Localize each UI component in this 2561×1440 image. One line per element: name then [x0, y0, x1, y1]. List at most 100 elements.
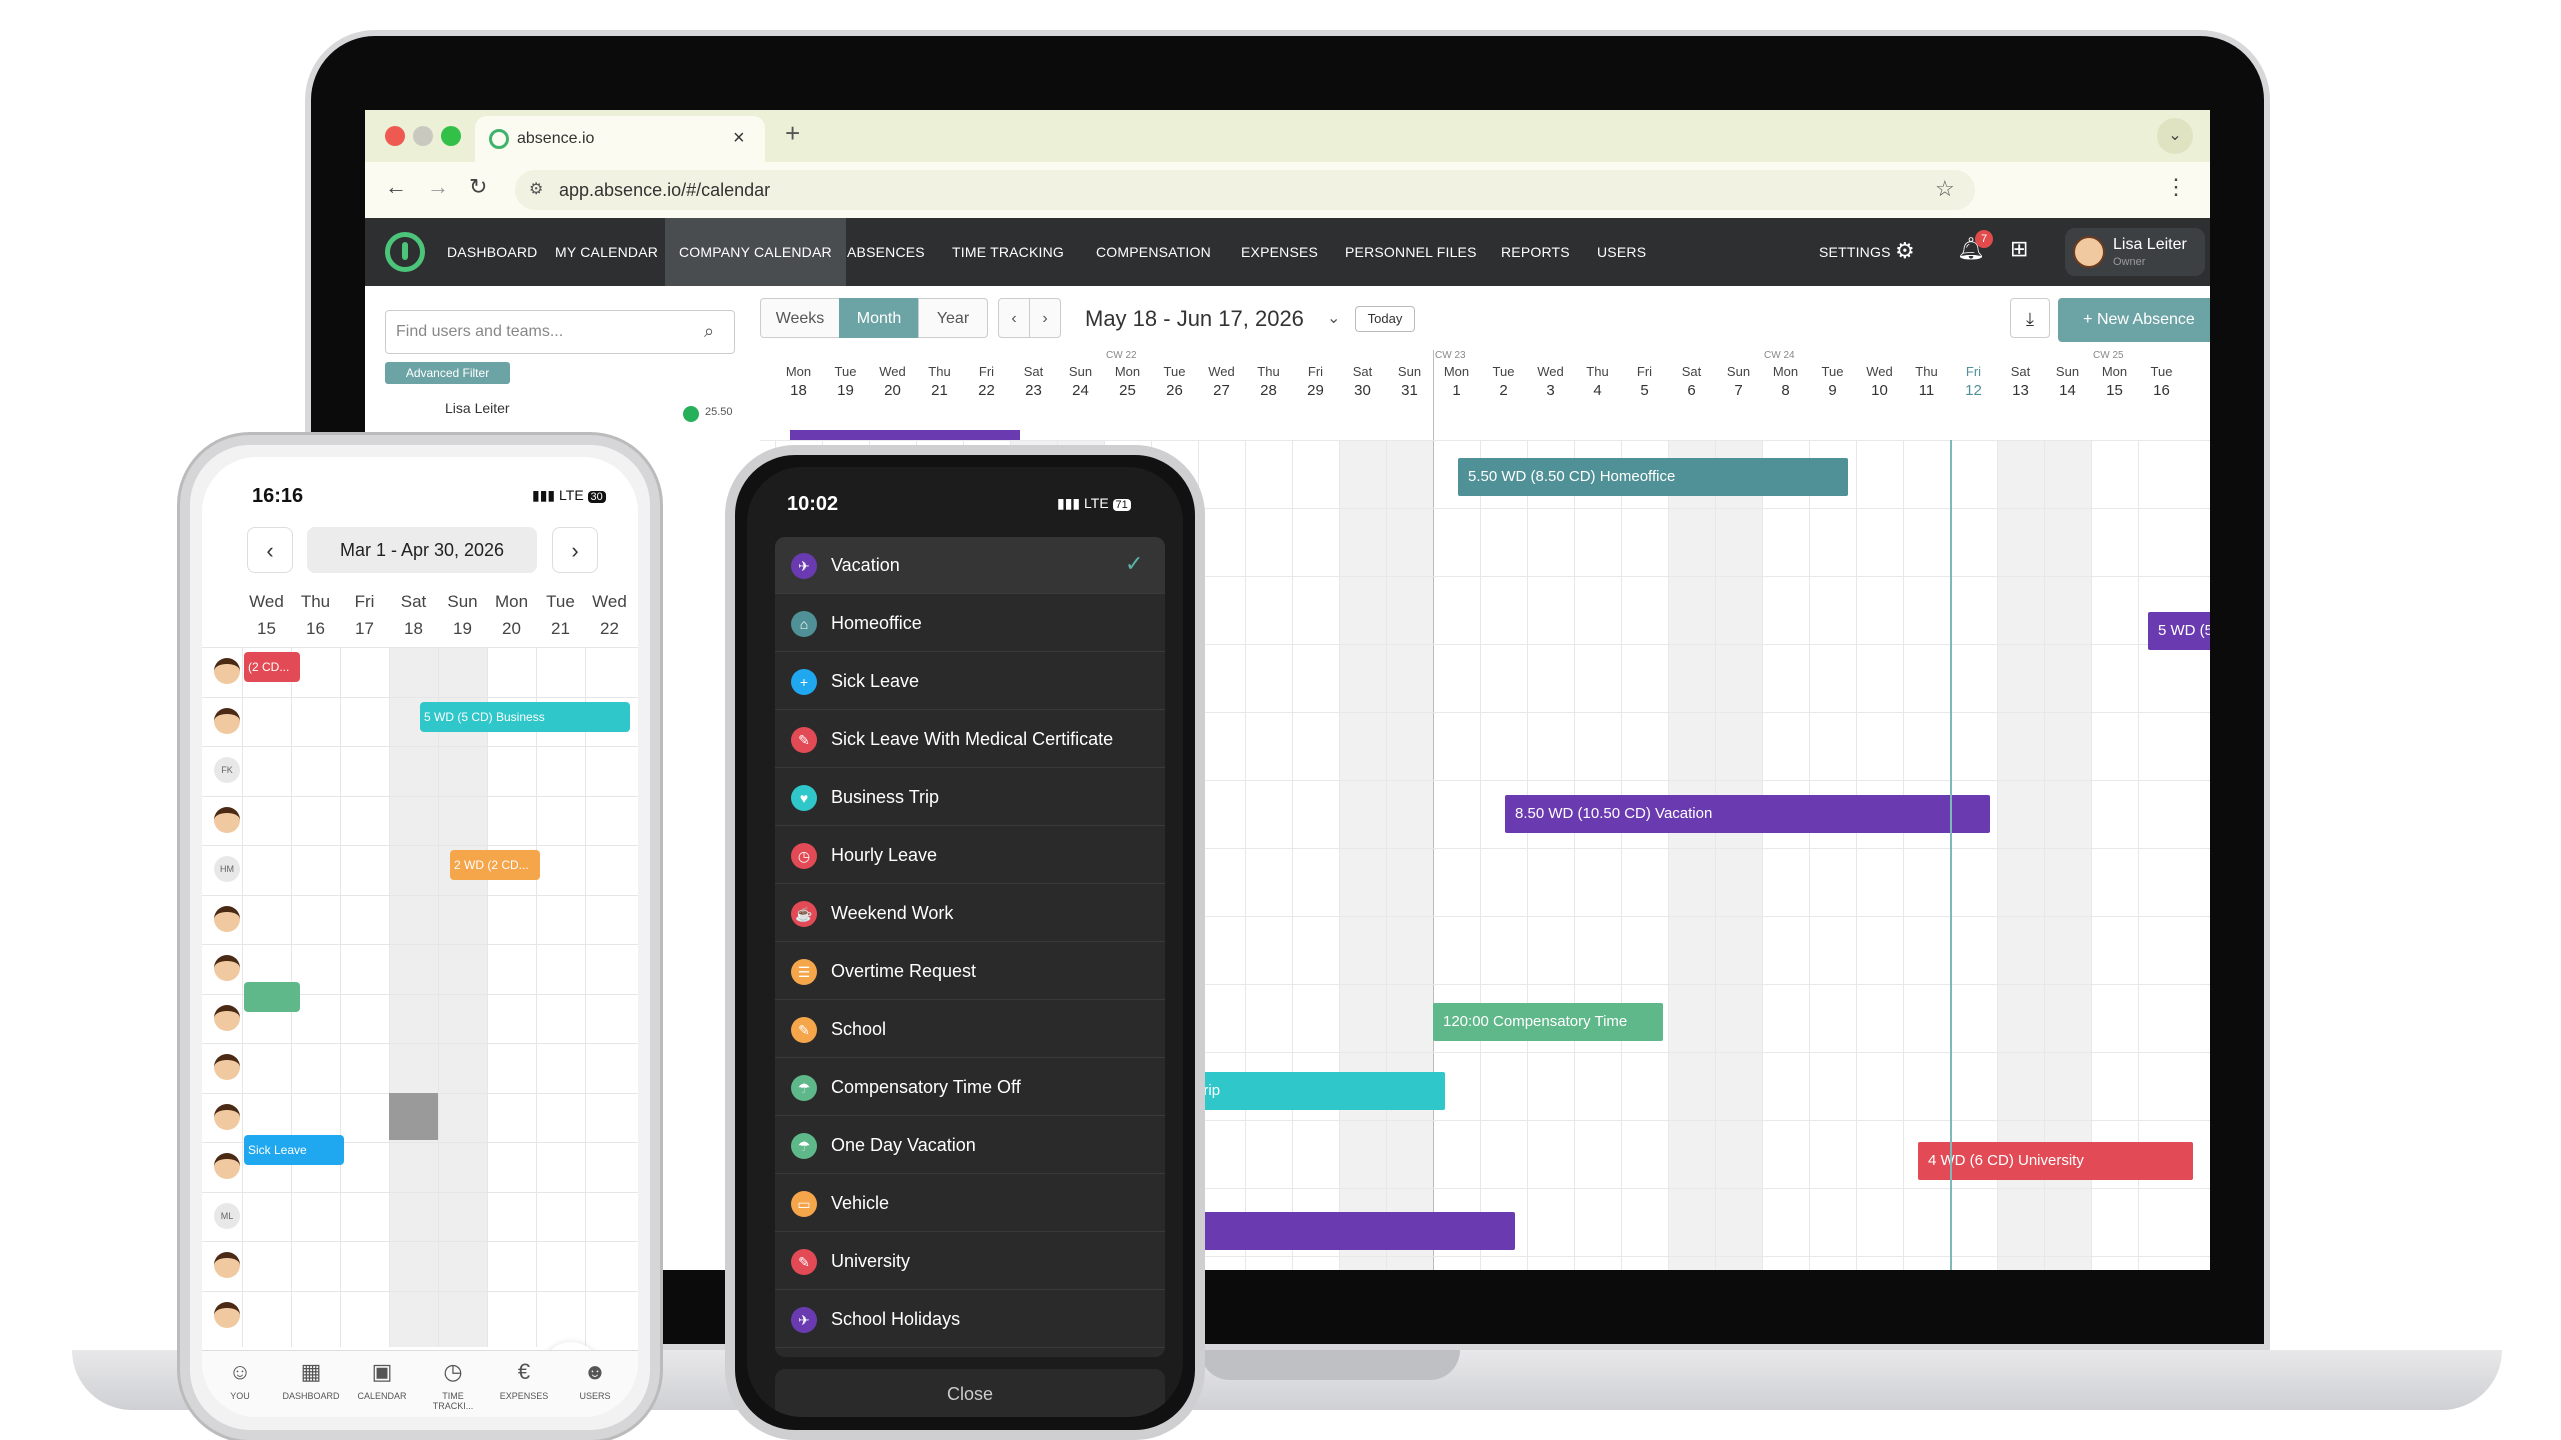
day-header-number[interactable]: 20	[869, 382, 916, 399]
gear-icon[interactable]: ⚙	[1895, 238, 1915, 264]
browser-tab[interactable]: absence.io ×	[475, 116, 765, 162]
day-header-number[interactable]: 8	[1762, 382, 1809, 399]
day-header-number[interactable]: 15	[2091, 382, 2138, 399]
day-header-number[interactable]: 30	[1339, 382, 1386, 399]
absence-type-item[interactable]: ✈ School Holidays	[775, 1291, 1165, 1348]
absence-bar[interactable]: 2 WD (2 CD...	[450, 850, 540, 880]
next-range-button[interactable]: ›	[1029, 298, 1061, 338]
absence-type-item[interactable]: ☂ One Day Vacation	[775, 1117, 1165, 1174]
day-header-number[interactable]: 21	[536, 619, 585, 639]
absence-bar[interactable]: 5 WD (5 CD) Business	[420, 702, 630, 732]
nav-compensation[interactable]: COMPENSATION	[1082, 218, 1225, 286]
absence-type-item[interactable]: ✎ Sick Leave With Medical Certificate	[775, 711, 1165, 768]
day-header-number[interactable]: 1	[1433, 382, 1480, 399]
avatar[interactable]	[214, 955, 240, 981]
day-header-number[interactable]: 2	[1480, 382, 1527, 399]
absence-type-item[interactable]: ♥ Business Trip	[775, 769, 1165, 826]
back-icon[interactable]: ←	[385, 174, 407, 200]
day-header-number[interactable]: 28	[1245, 382, 1292, 399]
avatar[interactable]	[214, 1054, 240, 1080]
absence-bar[interactable]: 8.50 WD (10.50 CD) Vacation	[1505, 795, 1990, 833]
address-bar[interactable]: ⚙ app.absence.io/#/calendar ☆	[515, 170, 1975, 210]
nav-settings[interactable]: SETTINGS	[1805, 218, 1905, 286]
day-header-number[interactable]: 16	[291, 619, 340, 639]
nav-dashboard[interactable]: DASHBOARD	[433, 218, 551, 286]
absence-type-item[interactable]: ✈ Vacation ✓	[775, 537, 1165, 594]
absence-type-item[interactable]: ▭ Vehicle	[775, 1175, 1165, 1232]
day-header-number[interactable]: 14	[2044, 382, 2091, 399]
day-header-number[interactable]: 20	[487, 619, 536, 639]
day-header-number[interactable]: 23	[1010, 382, 1057, 399]
day-header-number[interactable]: 22	[585, 619, 634, 639]
tab-close-icon[interactable]: ×	[733, 127, 745, 150]
day-header-number[interactable]: 25	[1104, 382, 1151, 399]
download-icon[interactable]: ⤓	[2010, 298, 2050, 338]
day-header-number[interactable]: 4	[1574, 382, 1621, 399]
tab-dashboard[interactable]: ▦ DASHBOARD	[281, 1359, 341, 1401]
day-header-number[interactable]: 6	[1668, 382, 1715, 399]
avatar[interactable]	[214, 658, 240, 684]
day-header-number[interactable]: 18	[775, 382, 822, 399]
day-header-number[interactable]: 21	[916, 382, 963, 399]
avatar[interactable]	[214, 1301, 240, 1328]
nav-personnel-files[interactable]: PERSONNEL FILES	[1331, 218, 1491, 286]
nav-my-calendar[interactable]: MY CALENDAR	[541, 218, 672, 286]
tab-menu-icon[interactable]: ⌄	[2157, 118, 2193, 154]
absence-type-item[interactable]: ◷ Hourly Leave	[775, 827, 1165, 884]
absence-type-item[interactable]: ✎ University	[775, 1233, 1165, 1290]
day-header-number[interactable]: 7	[1715, 382, 1762, 399]
tab-you[interactable]: ☺ YOU	[210, 1359, 270, 1401]
search-icon[interactable]: ⌕	[704, 321, 714, 342]
nav-reports[interactable]: REPORTS	[1487, 218, 1584, 286]
day-header-number[interactable]: 17	[340, 619, 389, 639]
avatar[interactable]	[214, 905, 240, 932]
day-header-number[interactable]: 11	[1903, 382, 1950, 399]
day-header-number[interactable]: 31	[1386, 382, 1433, 399]
search-input[interactable]: Find users and teams... ⌕	[385, 310, 735, 354]
day-header-number[interactable]: 12	[1950, 382, 1997, 399]
tab-time-tracking[interactable]: ◷ TIME TRACKI...	[423, 1359, 483, 1411]
day-header-number[interactable]: 10	[1856, 382, 1903, 399]
day-header-number[interactable]: 29	[1292, 382, 1339, 399]
day-header-number[interactable]: 22	[963, 382, 1010, 399]
day-header-number[interactable]: 19	[438, 619, 487, 639]
user-menu[interactable]: Lisa Leiter Owner	[2065, 228, 2205, 276]
tab-expenses[interactable]: € EXPENSES	[494, 1359, 554, 1401]
chevron-down-icon[interactable]: ⌄	[1327, 308, 1340, 328]
browser-menu-icon[interactable]: ⋮	[2165, 174, 2187, 200]
advanced-filter-button[interactable]: Advanced Filter	[385, 362, 510, 384]
avatar[interactable]	[214, 806, 240, 833]
absence-type-item[interactable]: ✎ School	[775, 1001, 1165, 1058]
day-header-number[interactable]: 9	[1809, 382, 1856, 399]
nav-time-tracking[interactable]: TIME TRACKING	[938, 218, 1078, 286]
avatar[interactable]: FK	[214, 757, 240, 783]
day-header-number[interactable]: 24	[1057, 382, 1104, 399]
day-header-number[interactable]: 15	[242, 619, 291, 639]
bookmark-star-icon[interactable]: ☆	[1935, 176, 1955, 202]
tab-calendar[interactable]: ▣ CALENDAR	[352, 1359, 412, 1401]
absence-type-item[interactable]: ☂ Compensatory Time Off	[775, 1059, 1165, 1116]
prev-range-button[interactable]: ‹	[998, 298, 1030, 338]
maximize-window-dot[interactable]	[441, 126, 461, 146]
minimize-window-dot[interactable]	[413, 126, 433, 146]
user-row-name[interactable]: Lisa Leiter	[445, 400, 510, 416]
avatar[interactable]	[214, 1153, 240, 1179]
day-header-number[interactable]: 19	[822, 382, 869, 399]
avatar[interactable]	[214, 1103, 240, 1130]
absence-type-item[interactable]: ☰ Overtime Request	[775, 943, 1165, 1000]
today-button[interactable]: Today	[1355, 306, 1415, 332]
view-month-button[interactable]: Month	[839, 298, 919, 338]
nav-absences[interactable]: ABSENCES	[833, 218, 939, 286]
nav-expenses[interactable]: EXPENSES	[1227, 218, 1332, 286]
absence-bar[interactable]: (2 CD...	[244, 652, 300, 682]
absence-bar[interactable]: 5.50 WD (8.50 CD) Homeoffice	[1458, 458, 1848, 496]
avatar[interactable]: HM	[214, 856, 240, 882]
new-absence-button[interactable]: + New Absence	[2058, 298, 2210, 342]
date-range-label[interactable]: May 18 - Jun 17, 2026	[1085, 306, 1304, 332]
view-year-button[interactable]: Year	[918, 298, 988, 338]
day-header-number[interactable]: 27	[1198, 382, 1245, 399]
url-text[interactable]: app.absence.io/#/calendar	[559, 180, 770, 201]
day-header-number[interactable]: 16	[2138, 382, 2185, 399]
absence-bar[interactable]	[244, 982, 300, 1012]
day-header-number[interactable]: 13	[1997, 382, 2044, 399]
